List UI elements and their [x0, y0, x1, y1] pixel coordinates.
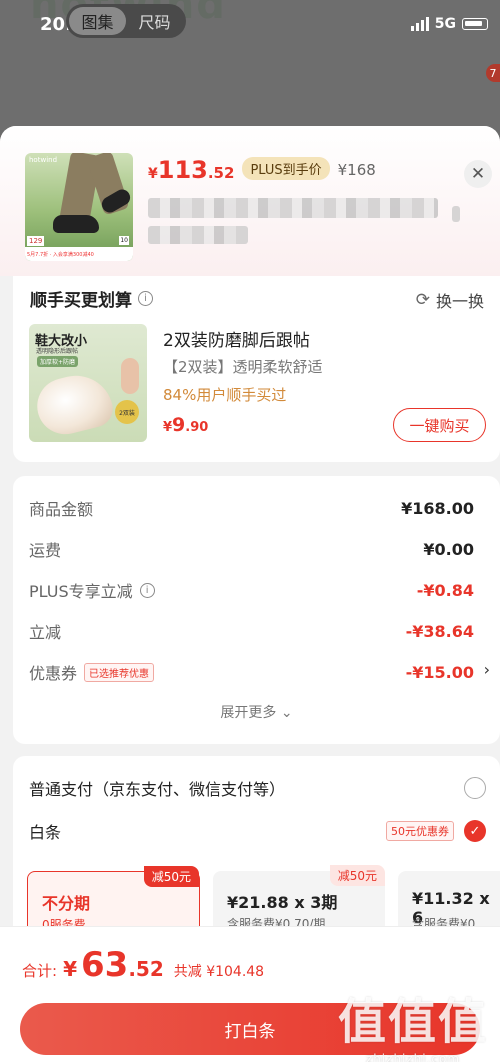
chevron-down-icon: ⌄ [280, 705, 293, 721]
thumb-brand: hotwind [29, 156, 58, 164]
bundle-product-image[interactable]: 鞋大改小 透明隐形后跟帖 加厚软+防磨 2双装 [29, 324, 147, 442]
amount-value: -¥0.84 [416, 580, 474, 600]
amount-row-discount: 立减 -¥38.64 [29, 619, 474, 643]
coupon-selected-tag: 已选推荐优惠 [84, 662, 155, 682]
blurred-title-line [452, 206, 460, 222]
swap-button[interactable]: ⟳ 换一换 [416, 288, 484, 312]
expand-more-button[interactable]: 展开更多 ⌄ [13, 702, 500, 722]
refresh-icon: ⟳ [415, 290, 430, 310]
plus-price-tag: PLUS到手价 [242, 157, 330, 180]
total-price: 合计: ¥ 63 .52 共减 ¥104.48 [22, 945, 264, 985]
plan-ribbon: 减50元 [329, 865, 385, 886]
price-decimal: .90 [185, 420, 209, 435]
bundle-image-chip: 加厚软+防磨 [37, 356, 79, 367]
plan-ribbon: 减50元 [143, 866, 199, 887]
plan-title: ¥21.88 x 3期 [227, 893, 338, 912]
radio-checked[interactable]: ✓ [464, 820, 486, 842]
bundle-card: 顺手买更划算 i ⟳ 换一换 鞋大改小 透明隐形后跟帖 加厚软+防磨 2双装 2… [13, 276, 500, 462]
amount-label: 立减 [29, 623, 62, 642]
price-symbol: ¥ [148, 166, 158, 182]
bundle-buy-percentage: 84%用户顺手买过 [163, 386, 287, 404]
amount-row-shipping: 运费 ¥0.00 [29, 537, 474, 561]
total-decimal: .52 [128, 957, 164, 981]
amount-value: ¥168.00 [401, 498, 474, 518]
checkout-sheet: hotwind 129 10 5月7.7折 · 入会享满300减40 ¥113.… [0, 126, 500, 1062]
one-click-buy-button[interactable]: 一键购买 [393, 408, 486, 442]
bundle-product-subtitle: 【2双装】透明柔软舒适 [163, 358, 323, 376]
total-label: 合计: [22, 962, 58, 980]
bundle-product-name[interactable]: 2双装防磨脚后跟帖 [163, 326, 310, 351]
amount-label-text: 优惠券 [29, 664, 78, 683]
price-decimal: .52 [207, 164, 235, 182]
plan-title: 不分期 [42, 894, 91, 913]
blurred-title-line [148, 226, 248, 244]
bundle-image-subtitle: 透明隐形后跟帖 [36, 348, 79, 355]
payment-option-normal[interactable]: 普通支付（京东支付、微信支付等） [29, 776, 486, 800]
bundle-price: ¥9.90 [163, 414, 208, 436]
status-indicators: 5G [410, 16, 488, 32]
check-icon: ✓ [469, 823, 481, 839]
payment-option-baitiao[interactable]: 白条 50元优惠券 ✓ [29, 819, 486, 843]
payment-normal-label: 普通支付（京东支付、微信支付等） [29, 780, 286, 799]
bundle-title: 顺手买更划算 i [30, 286, 153, 311]
amount-card: 商品金额 ¥168.00 运费 ¥0.00 PLUS专享立减 i -¥0.84 … [13, 476, 500, 744]
amount-value: ¥0.00 [423, 539, 474, 559]
thumb-price: 129 [27, 236, 45, 246]
price-integer: 9 [172, 414, 186, 436]
checkout-footer: 合计: ¥ 63 .52 共减 ¥104.48 打白条 值值值 zhizhizh… [0, 926, 500, 1062]
amount-row-coupon[interactable]: 优惠券 已选推荐优惠 -¥15.00 [29, 660, 474, 684]
background-page: hotwind 20:41 图集 尺码 5G 7 [0, 0, 500, 130]
watermark-url: zhizhizhi.com [365, 1052, 461, 1062]
baitiao-right-group: 50元优惠券 ✓ [386, 820, 486, 842]
info-icon[interactable]: i [138, 291, 153, 306]
thumb-promo-strip: 5月7.7折 · 入会享满300减40 [25, 247, 133, 261]
network-label: 5G [434, 16, 456, 32]
total-integer: 63 [80, 945, 129, 985]
finger-shape [121, 358, 139, 394]
price-integer: 113 [157, 156, 208, 184]
amount-row-plus: PLUS专享立减 i -¥0.84 [29, 578, 474, 602]
bundle-title-text: 顺手买更划算 [30, 291, 132, 311]
signal-icon [410, 17, 429, 31]
original-price: ¥168 [337, 161, 376, 179]
product-header: hotwind 129 10 5月7.7折 · 入会享满300减40 ¥113.… [0, 126, 500, 276]
gallery-tabs: 图集 尺码 [66, 4, 186, 38]
radio-unchecked[interactable] [464, 777, 486, 799]
baitiao-coupon-tag: 50元优惠券 [386, 821, 454, 841]
close-button[interactable]: ✕ [464, 160, 492, 188]
tab-gallery[interactable]: 图集 [69, 7, 126, 35]
watermark-logo: 值值值 [337, 994, 488, 1050]
bundle-image-badge: 2双装 [115, 400, 139, 424]
amount-label: 商品金额 [29, 500, 94, 519]
payment-baitiao-label: 白条 [29, 823, 62, 842]
amount-label: 运费 [29, 541, 62, 560]
close-icon: ✕ [470, 164, 486, 184]
battery-icon [462, 18, 488, 30]
amount-label-text: PLUS专享立减 [29, 582, 133, 601]
price-row: ¥113.52 PLUS到手价 ¥168 [148, 156, 376, 184]
amount-value: -¥15.00 [405, 662, 474, 682]
thumb-tag: 10 [119, 236, 129, 245]
expand-label: 展开更多 [220, 705, 277, 721]
amount-label: PLUS专享立减 i [29, 578, 155, 602]
background-badge: 7 [486, 64, 500, 82]
total-saved: 共减 ¥104.48 [173, 964, 265, 980]
info-icon[interactable]: i [139, 582, 155, 598]
amount-row-goods: 商品金额 ¥168.00 [29, 496, 474, 520]
amount-label: 优惠券 已选推荐优惠 [29, 660, 155, 684]
plus-price: ¥113.52 [148, 156, 234, 184]
heel-pad-shape [31, 367, 117, 441]
price-symbol: ¥ [163, 420, 173, 435]
amount-value: -¥38.64 [405, 621, 474, 641]
tab-size[interactable]: 尺码 [126, 7, 183, 35]
watermark: 值值值 zhizhizhi.com [338, 982, 488, 1062]
thumb-shoe-shape [53, 215, 99, 233]
product-thumbnail[interactable]: hotwind 129 10 5月7.7折 · 入会享满300减40 [25, 153, 133, 261]
blurred-title-line [148, 198, 438, 218]
chevron-right-icon[interactable]: › [484, 660, 490, 679]
swap-label: 换一换 [435, 292, 484, 311]
total-symbol: ¥ [63, 957, 77, 981]
